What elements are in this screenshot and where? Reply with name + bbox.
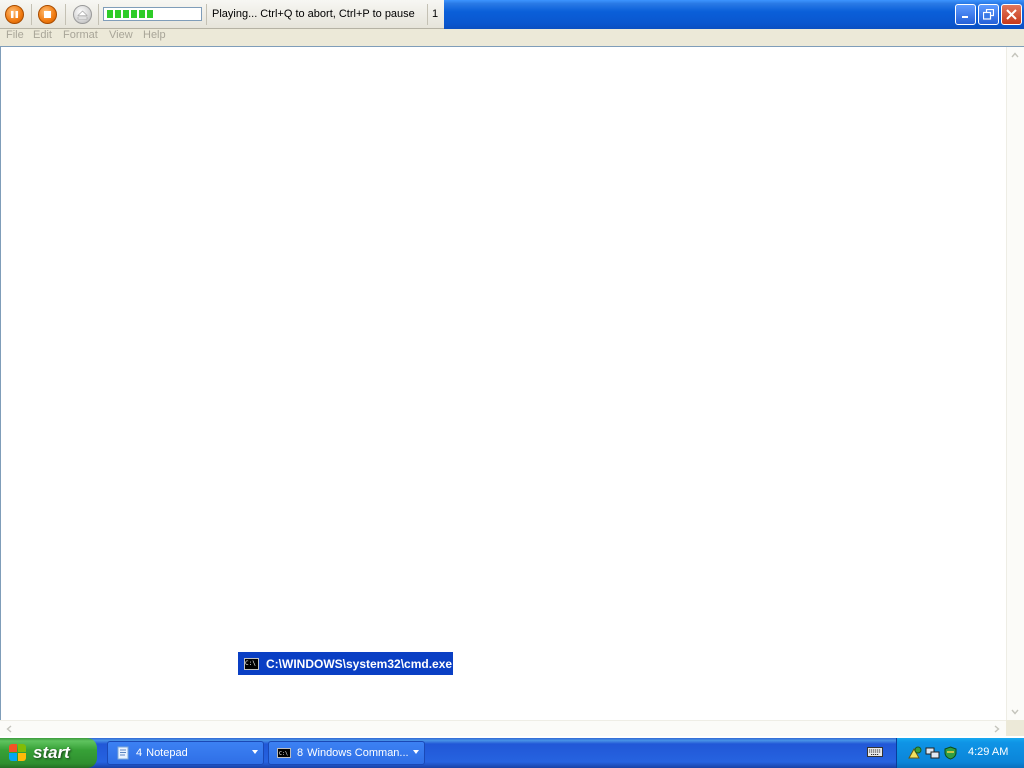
taskbar-group-label: Notepad [146, 747, 188, 759]
restore-icon [983, 9, 994, 20]
horizontal-scrollbar[interactable] [0, 720, 1006, 736]
playback-status-text: Playing... Ctrl+Q to abort, Ctrl+P to pa… [212, 8, 415, 20]
scroll-left-button[interactable] [1, 721, 17, 737]
taskbar-group-notepad[interactable]: 4 Notepad [107, 741, 264, 765]
menu-bar: File Edit Format View Help [0, 29, 1024, 46]
close-button[interactable] [1001, 4, 1022, 25]
start-button[interactable]: start [0, 738, 97, 768]
chevron-down-icon [1011, 709, 1019, 715]
progress-segment [123, 10, 129, 18]
network-icon[interactable] [925, 746, 940, 760]
start-label: start [33, 743, 70, 762]
eject-button[interactable] [73, 5, 92, 24]
restore-button[interactable] [978, 4, 999, 25]
chevron-down-icon [252, 750, 258, 754]
chevron-right-icon [994, 725, 1000, 733]
notepad-icon [117, 746, 129, 760]
toolbar-separator [98, 4, 99, 25]
progress-segment [131, 10, 137, 18]
playback-progress-bar [103, 7, 202, 21]
window-label-title: C:\WINDOWS\system32\cmd.exe [266, 656, 453, 671]
taskbar-group-command-prompt[interactable]: C:\ 8 Windows Comman... [268, 741, 425, 765]
safely-remove-hardware-icon[interactable] [907, 746, 922, 760]
playback-count: 1 [432, 8, 439, 20]
toolbar-separator [31, 4, 32, 25]
menu-help[interactable]: Help [143, 29, 166, 41]
progress-segment [107, 10, 113, 18]
size-grip[interactable] [1006, 720, 1024, 736]
scroll-down-button[interactable] [1007, 704, 1023, 720]
macro-playback-toolbar: Playing... Ctrl+Q to abort, Ctrl+P to pa… [0, 0, 444, 29]
eject-icon [77, 10, 88, 19]
menu-edit[interactable]: Edit [33, 29, 52, 41]
taskbar: start 4 Notepad C:\ 8 Windows Comman... [0, 738, 1024, 768]
menu-format[interactable]: Format [63, 29, 98, 41]
keyboard-icon[interactable] [867, 746, 883, 758]
chevron-up-icon [1011, 52, 1019, 58]
menu-view[interactable]: View [109, 29, 133, 41]
minimize-button[interactable] [955, 4, 976, 25]
pause-icon [11, 11, 18, 18]
toolbar-separator [65, 4, 66, 25]
taskbar-group-count: 4 [136, 747, 143, 759]
vertical-scrollbar[interactable] [1006, 47, 1024, 720]
svg-text:C:\: C:\ [279, 751, 288, 757]
menu-file[interactable]: File [6, 29, 24, 41]
scroll-up-button[interactable] [1007, 47, 1023, 63]
progress-segment [147, 10, 153, 18]
windows-logo-icon [9, 744, 27, 762]
toolbar-separator [427, 4, 428, 25]
pause-button[interactable] [5, 5, 24, 24]
security-shield-icon[interactable] [943, 746, 958, 760]
chevron-down-icon [413, 750, 419, 754]
text-editor[interactable] [0, 46, 1024, 736]
console-icon: C:\ [244, 657, 259, 670]
progress-segment [115, 10, 121, 18]
taskbar-group-count: 8 [297, 747, 304, 759]
tray-clock[interactable]: 4:29 AM [968, 746, 1008, 758]
taskbar-group-label: Windows Comman... [307, 747, 409, 759]
stop-icon [44, 11, 51, 18]
console-icon: C:\ [277, 748, 291, 758]
close-icon [1006, 9, 1017, 20]
minimize-icon [962, 16, 968, 18]
window-label-popup: C:\ C:\WINDOWS\system32\cmd.exe [238, 652, 453, 675]
scroll-right-button[interactable] [989, 721, 1005, 737]
chevron-left-icon [6, 725, 12, 733]
toolbar-separator [206, 4, 207, 25]
progress-segment [139, 10, 145, 18]
stop-button[interactable] [38, 5, 57, 24]
